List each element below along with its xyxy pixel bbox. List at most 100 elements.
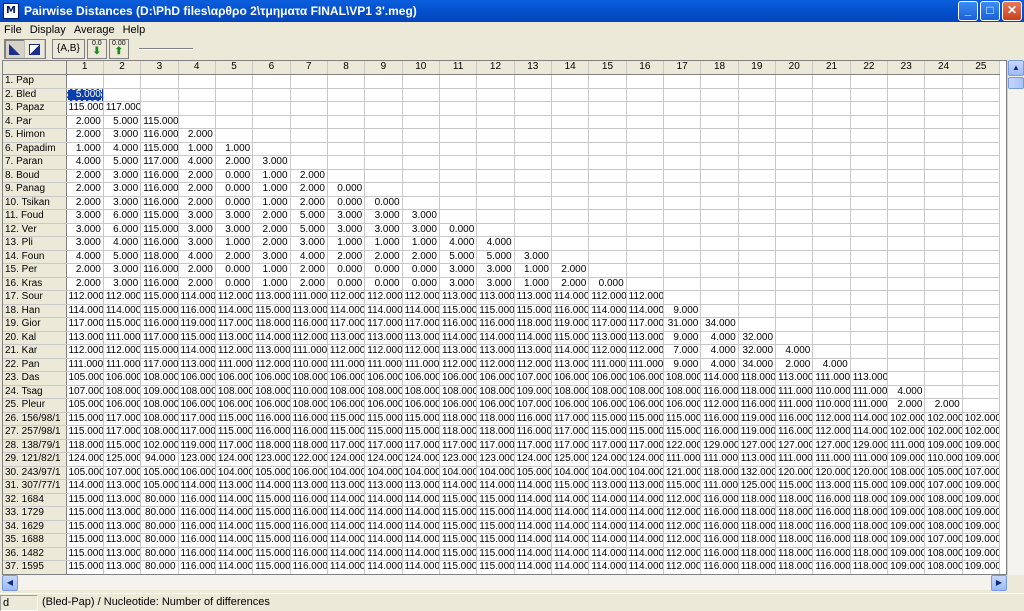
distance-cell[interactable]: 116.000 xyxy=(514,425,552,440)
row-header[interactable]: 15. Per xyxy=(3,263,67,278)
distance-cell[interactable]: 80.000 xyxy=(140,493,179,507)
distance-cell[interactable] xyxy=(738,101,777,116)
distance-cell[interactable] xyxy=(812,263,851,278)
distance-cell[interactable] xyxy=(476,74,515,89)
distance-cell[interactable]: 108.000 xyxy=(215,385,254,399)
distance-cell[interactable] xyxy=(962,304,1001,318)
distance-cell[interactable]: 3.000 xyxy=(66,236,104,251)
distance-cell[interactable]: 114.000 xyxy=(514,547,552,561)
distance-cell[interactable]: 113.000 xyxy=(588,331,627,345)
distance-cell[interactable]: 106.000 xyxy=(626,398,665,413)
distance-cell[interactable] xyxy=(402,128,440,143)
distance-cell[interactable]: 114.000 xyxy=(626,520,665,534)
row-header[interactable]: 20. Kal xyxy=(3,331,67,345)
distance-cell[interactable]: 117.000 xyxy=(103,412,142,426)
distance-cell[interactable] xyxy=(476,101,515,116)
distance-cell[interactable] xyxy=(738,317,777,332)
distance-cell[interactable]: 116.000 xyxy=(178,547,216,561)
distance-cell[interactable]: 114.000 xyxy=(402,506,440,521)
distance-cell[interactable]: 115.000 xyxy=(588,412,627,426)
distance-cell[interactable]: 3.000 xyxy=(290,236,328,251)
distance-cell[interactable]: 108.000 xyxy=(140,425,179,440)
distance-cell[interactable] xyxy=(663,169,702,183)
distance-cell[interactable]: 112.000 xyxy=(103,344,142,359)
distance-cell[interactable]: 110.000 xyxy=(290,385,328,399)
distance-cell[interactable] xyxy=(924,223,963,237)
distance-cell[interactable]: 115.000 xyxy=(66,425,104,440)
row-header[interactable]: 4. Par xyxy=(3,115,67,129)
distance-cell[interactable]: 3.000 xyxy=(103,128,142,143)
distance-cell[interactable]: 3.000 xyxy=(103,182,142,197)
distance-cell[interactable] xyxy=(663,182,702,197)
distance-cell[interactable]: 127.000 xyxy=(775,439,814,453)
distance-cell[interactable]: 116.000 xyxy=(290,425,328,440)
distance-cell[interactable]: 115.000 xyxy=(775,479,814,494)
distance-cell[interactable] xyxy=(439,196,478,210)
distance-cell[interactable]: 111.000 xyxy=(850,385,889,399)
distance-cell[interactable]: 115.000 xyxy=(140,223,179,237)
distance-cell[interactable]: 116.000 xyxy=(738,398,777,413)
distance-cell[interactable]: 110.000 xyxy=(290,358,328,372)
distance-cell[interactable]: 112.000 xyxy=(103,290,142,305)
distance-cell[interactable] xyxy=(588,223,627,237)
distance-cell[interactable]: 5.000 xyxy=(103,155,142,170)
distance-cell[interactable]: 115.000 xyxy=(140,290,179,305)
row-header[interactable]: 37. 1595 xyxy=(3,560,67,574)
distance-cell[interactable] xyxy=(850,115,889,129)
distance-cell[interactable] xyxy=(663,155,702,170)
distance-cell[interactable]: 115.000 xyxy=(514,304,552,318)
distance-cell[interactable]: 111.000 xyxy=(887,439,926,453)
distance-cell[interactable]: 115.000 xyxy=(252,547,291,561)
vertical-scrollbar[interactable]: ▲ xyxy=(1007,60,1024,575)
distance-cell[interactable] xyxy=(588,209,627,224)
distance-cell[interactable]: 116.000 xyxy=(140,277,179,291)
distance-cell[interactable]: 102.000 xyxy=(924,425,963,440)
distance-cell[interactable]: 106.000 xyxy=(402,398,440,413)
distance-cell[interactable]: 115.000 xyxy=(476,304,515,318)
distance-cell[interactable]: 2.000 xyxy=(775,358,814,372)
distance-cell[interactable]: 113.000 xyxy=(103,547,142,561)
distance-cell[interactable]: 112.000 xyxy=(364,290,403,305)
distance-cell[interactable]: 1.000 xyxy=(252,182,291,197)
distance-cell[interactable] xyxy=(402,88,440,102)
distance-cell[interactable]: 115.000 xyxy=(252,520,291,534)
distance-cell[interactable]: 117.000 xyxy=(402,317,440,332)
distance-cell[interactable] xyxy=(775,74,814,89)
distance-cell[interactable] xyxy=(812,88,851,102)
distance-cell[interactable] xyxy=(924,236,963,251)
distance-cell[interactable]: 114.000 xyxy=(514,331,552,345)
distance-cell[interactable]: 118.000 xyxy=(775,533,814,548)
row-header[interactable]: 25. Pleur xyxy=(3,398,67,413)
decrease-decimals-button[interactable]: 0.0 ⬇ xyxy=(86,39,107,59)
distance-cell[interactable]: 34.000 xyxy=(738,358,777,372)
distance-cell[interactable] xyxy=(588,142,627,156)
distance-cell[interactable]: 117.000 xyxy=(66,317,104,332)
distance-cell[interactable]: 3.000 xyxy=(215,223,254,237)
distance-cell[interactable] xyxy=(775,128,814,143)
column-header[interactable]: 25 xyxy=(962,61,1001,75)
distance-cell[interactable] xyxy=(887,155,926,170)
distance-cell[interactable]: 124.000 xyxy=(364,452,403,467)
distance-cell[interactable]: 116.000 xyxy=(514,412,552,426)
distance-cell[interactable]: 115.000 xyxy=(364,425,403,440)
distance-cell[interactable] xyxy=(962,155,1001,170)
distance-cell[interactable] xyxy=(700,304,739,318)
distance-cell[interactable]: 0.000 xyxy=(215,182,254,197)
distance-cell[interactable]: 4.000 xyxy=(103,142,142,156)
distance-cell[interactable] xyxy=(812,196,851,210)
distance-cell[interactable] xyxy=(887,209,926,224)
distance-cell[interactable]: 115.000 xyxy=(476,520,515,534)
distance-cell[interactable] xyxy=(738,196,777,210)
row-header[interactable]: 12. Ver xyxy=(3,223,67,237)
distance-cell[interactable]: 125.000 xyxy=(738,479,777,494)
distance-cell[interactable]: 116.000 xyxy=(812,493,851,507)
distance-cell[interactable] xyxy=(663,263,702,278)
distance-cell[interactable]: 118.000 xyxy=(850,560,889,574)
row-header[interactable]: 3. Papaz xyxy=(3,101,67,116)
distance-cell[interactable]: 111.000 xyxy=(626,358,665,372)
scroll-up-button[interactable]: ▲ xyxy=(1008,60,1024,76)
distance-cell[interactable] xyxy=(364,74,403,89)
distance-cell[interactable] xyxy=(962,371,1001,386)
distance-cell[interactable]: 0.000 xyxy=(364,263,403,278)
distance-cell[interactable]: 118.000 xyxy=(775,506,814,521)
